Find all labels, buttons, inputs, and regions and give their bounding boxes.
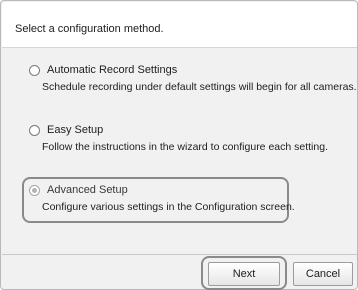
footer-divider bbox=[2, 254, 357, 255]
option-label-easy[interactable]: Easy Setup bbox=[47, 124, 103, 136]
setup-wizard-window: Select a configuration method. Automatic… bbox=[0, 0, 358, 290]
radio-easy-setup[interactable] bbox=[29, 125, 40, 136]
option-label-automatic[interactable]: Automatic Record Settings bbox=[47, 64, 177, 76]
instruction-text: Select a configuration method. bbox=[15, 23, 164, 35]
option-description-automatic: Schedule recording under default setting… bbox=[42, 81, 357, 93]
option-label-advanced[interactable]: Advanced Setup bbox=[47, 184, 128, 196]
radio-advanced-setup[interactable] bbox=[29, 185, 40, 196]
option-description-advanced: Configure various settings in the Config… bbox=[42, 201, 295, 213]
next-button[interactable]: Next bbox=[208, 262, 280, 286]
radio-automatic-record-settings[interactable] bbox=[29, 65, 40, 76]
option-description-easy: Follow the instructions in the wizard to… bbox=[42, 141, 328, 153]
instruction-header: Select a configuration method. bbox=[2, 2, 357, 48]
cancel-button[interactable]: Cancel bbox=[293, 262, 353, 286]
